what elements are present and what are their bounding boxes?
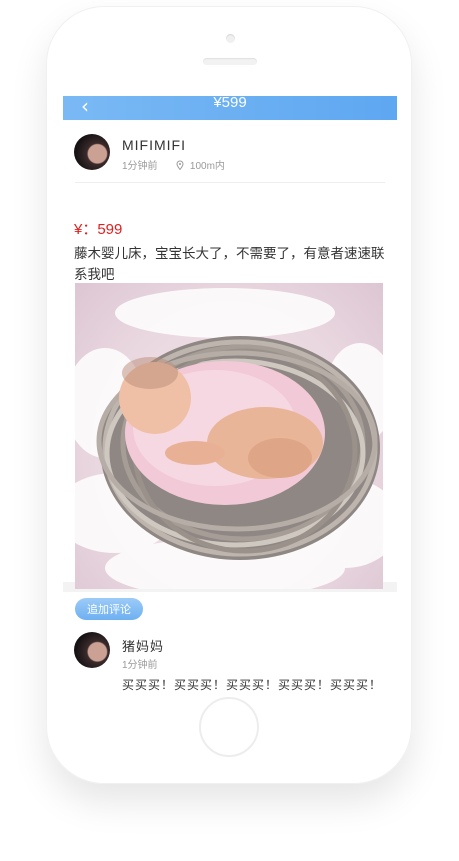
avatar[interactable]: [74, 134, 110, 170]
post-time: 1分钟前: [122, 161, 158, 172]
comments-section: 追加评论 猪妈妈 1分钟前 买买买！买买买！买买买！买买买！买买买！: [63, 592, 397, 692]
comment-text: 买买买！买买买！买买买！买买买！买买买！: [122, 678, 383, 692]
post-price: ¥：599: [74, 221, 123, 238]
speaker-grille: [203, 58, 257, 65]
post-photo[interactable]: [75, 283, 383, 589]
add-comment-button[interactable]: 追加评论: [75, 598, 143, 620]
post-distance: 100m内: [189, 161, 225, 172]
comment-time: 1分钟前: [122, 660, 158, 671]
post-meta: 1分钟前 100m内: [122, 157, 225, 172]
post-card: MIFIMIFI 1分钟前 100m内 ¥：599 藤木婴儿床，宝宝长大了，不需…: [63, 120, 397, 589]
comment-avatar[interactable]: [74, 632, 110, 668]
divider: [75, 182, 385, 183]
nav-title: ¥599: [213, 96, 247, 111]
front-camera: [226, 34, 235, 43]
location-icon: [176, 160, 184, 170]
comment-username[interactable]: 猪妈妈: [122, 636, 164, 655]
baby-in-nest-image: [75, 288, 383, 589]
app-screen: ‹ ¥599 MIFIMIFI 1分钟前 100m内 ¥：599 藤木婴儿床，宝…: [63, 96, 397, 692]
post-username[interactable]: MIFIMIFI: [122, 137, 186, 153]
post-description: 藤木婴儿床，宝宝长大了，不需要了，有意者速速联系我吧: [74, 246, 385, 282]
nav-bar: ‹ ¥599: [63, 96, 397, 120]
home-button[interactable]: [199, 697, 259, 757]
